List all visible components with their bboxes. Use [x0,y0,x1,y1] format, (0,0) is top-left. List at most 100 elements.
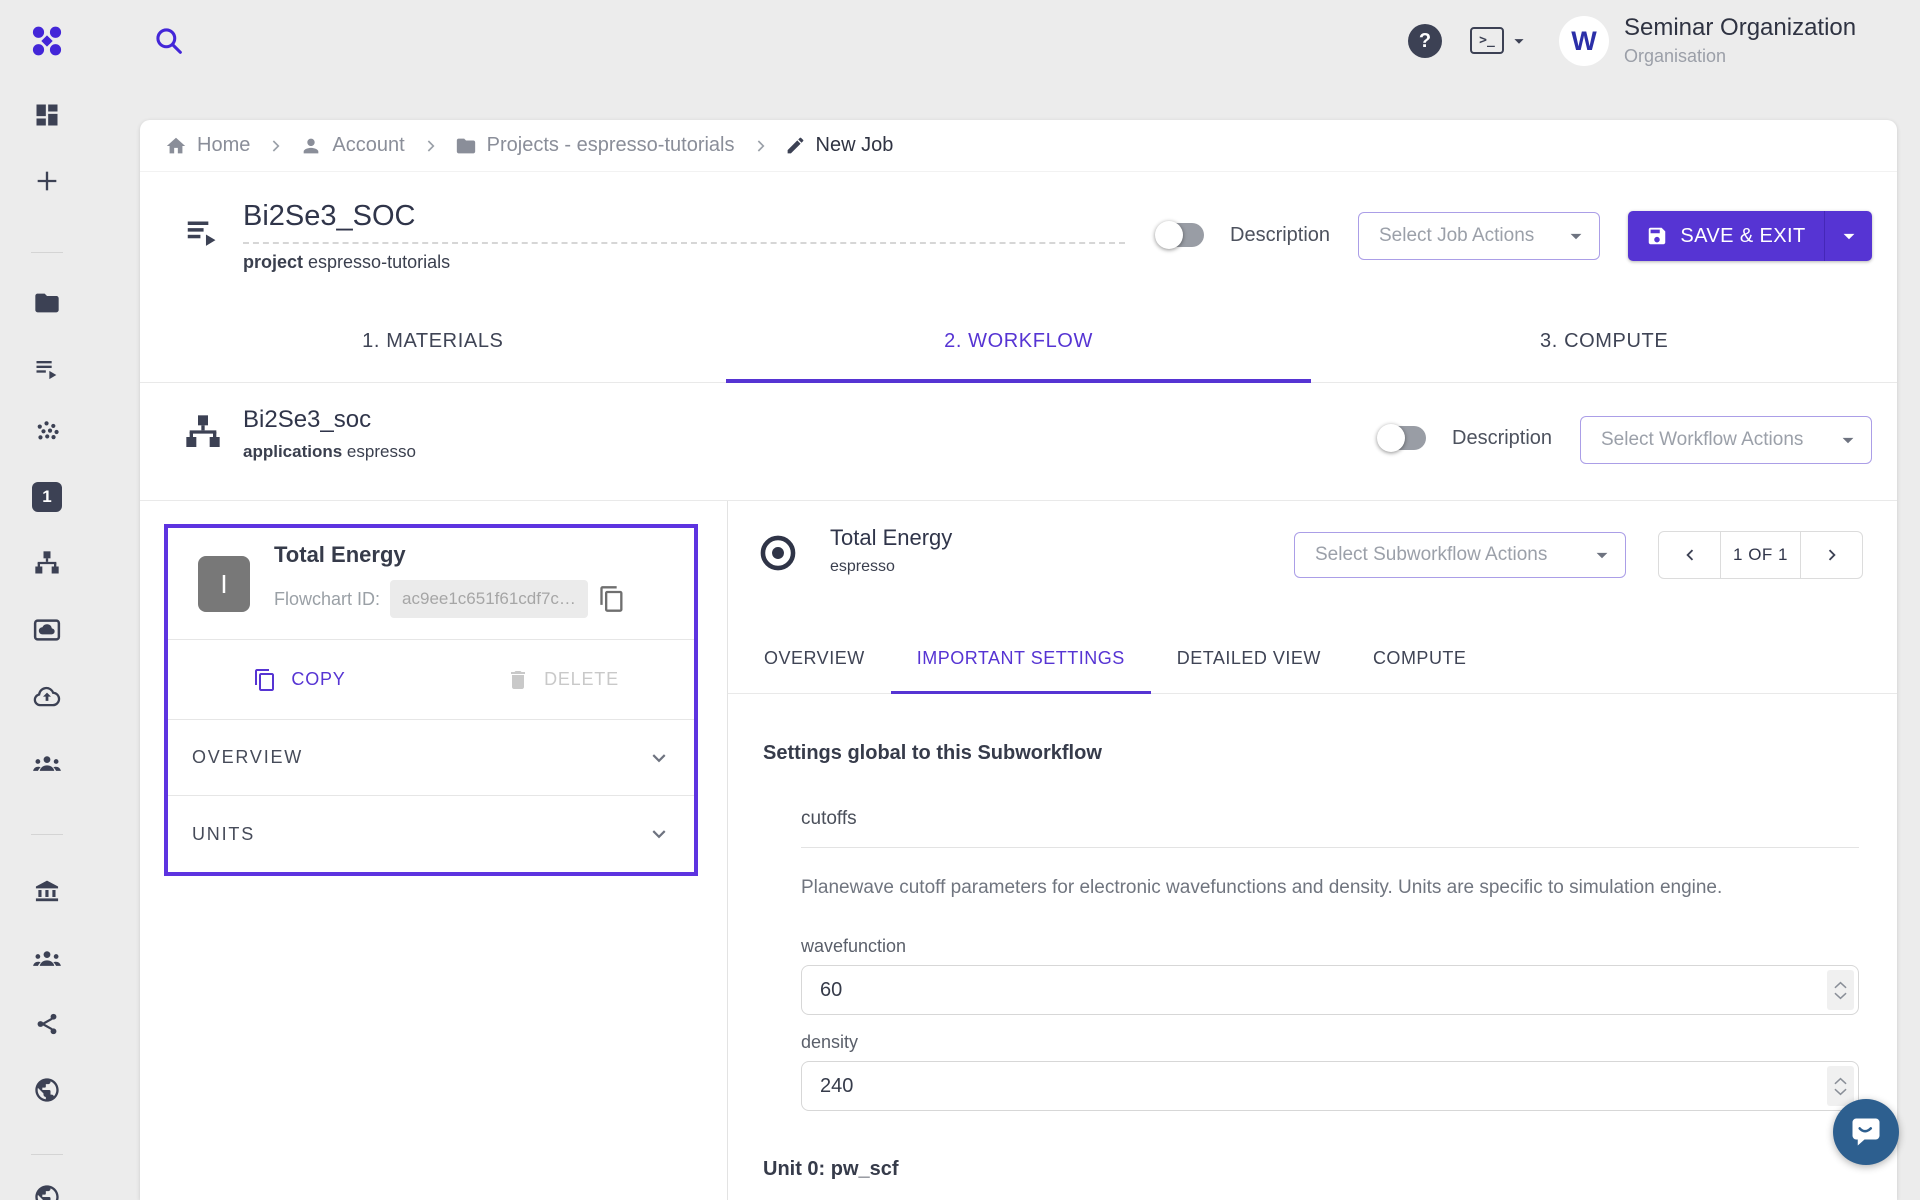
copy-label: COPY [291,669,345,690]
tab-detailed-view[interactable]: DETAILED VIEW [1151,622,1347,694]
breadcrumb-label: Home [197,134,250,157]
toggle-knob [1377,424,1405,452]
unit-card-buttons: COPY DELETE [168,640,694,720]
units-accordion[interactable]: UNITS [168,796,694,872]
copy-icon [253,668,277,692]
subworkflow-pager: 1 OF 1 [1658,531,1863,579]
unit-title: Total Energy [274,542,406,568]
project-label: project [243,252,303,272]
globe-icon[interactable] [26,1176,68,1200]
application-name: espresso [347,442,416,461]
tab-overview[interactable]: OVERVIEW [738,622,891,694]
breadcrumb-label: Projects - espresso-tutorials [487,134,735,157]
mat3ra-logo-icon[interactable] [26,20,68,62]
cutoffs-description: Planewave cutoff parameters for electron… [801,877,1722,899]
save-dropdown-button[interactable] [1824,211,1872,261]
job-actions-placeholder: Select Job Actions [1379,225,1534,247]
tab-materials[interactable]: 1. MATERIALS [140,300,726,382]
delete-label: DELETE [544,669,619,690]
settings-heading: Settings global to this Subworkflow [763,742,1102,765]
people-icon[interactable] [26,937,68,979]
dashboard-icon[interactable] [26,94,68,136]
save-and-exit-button[interactable]: SAVE & EXIT [1628,211,1872,261]
breadcrumb-account[interactable]: Account [300,134,404,157]
globe-icon[interactable] [26,1069,68,1111]
save-icon [1646,225,1668,247]
flowchart-icon[interactable] [26,542,68,584]
job-actions-select[interactable]: Select Job Actions [1358,212,1600,260]
folder-icon[interactable] [26,282,68,324]
chat-launcher-button[interactable] [1833,1099,1899,1165]
counter-square-icon[interactable]: 1 [26,476,68,518]
breadcrumb-current: New Job [785,134,894,157]
flowchart-id-value: ac9ee1c651f61cdf7c… [390,580,588,618]
save-main[interactable]: SAVE & EXIT [1628,211,1824,261]
density-field [801,1061,1859,1111]
project-name: espresso-tutorials [308,252,450,272]
pager-next-button[interactable] [1801,532,1862,578]
org-type: Organisation [1624,46,1726,67]
cutoffs-underline [801,847,1859,848]
flowchart-id-label: Flowchart ID: [274,589,380,610]
selected-unit-card[interactable]: I Total Energy Flowchart ID: ac9ee1c651f… [164,524,698,876]
breadcrumb: Home Account Projects - espresso-tutoria… [140,120,1897,172]
stepper-down-icon [1834,1088,1847,1096]
share-icon[interactable] [26,1003,68,1045]
cloud-upload-icon[interactable] [26,676,68,718]
description-toggle-label: Description [1452,427,1552,450]
main-card: Home Account Projects - espresso-tutoria… [140,120,1897,1200]
description-toggle[interactable] [1380,426,1426,450]
flowchart-id-row: Flowchart ID: ac9ee1c651f61cdf7c… [274,580,626,618]
job-step-tabs: 1. MATERIALS 2. WORKFLOW 3. COMPUTE [140,300,1897,383]
chevron-right-icon [265,136,285,156]
unit-0-heading: Unit 0: pw_scf [763,1158,899,1181]
tab-compute[interactable]: 3. COMPUTE [1311,300,1897,382]
terminal-menu-button[interactable]: >_ [1470,27,1530,54]
people-icon[interactable] [26,742,68,784]
unit-card-header: I Total Energy Flowchart ID: ac9ee1c651f… [168,528,694,640]
unit-avatar: I [198,556,250,612]
bank-icon[interactable] [26,869,68,911]
tab-important-settings[interactable]: IMPORTANT SETTINGS [891,622,1151,694]
breadcrumb-home[interactable]: Home [165,134,250,157]
copy-unit-button[interactable]: COPY [168,640,431,719]
wavefunction-input[interactable] [801,965,1859,1015]
breadcrumb-projects[interactable]: Projects - espresso-tutorials [455,134,735,157]
workflow-actions-select[interactable]: Select Workflow Actions [1580,416,1872,464]
caret-down-icon [1835,427,1861,453]
counter-glyph: 1 [32,482,62,512]
workflow-description-control: Description [1380,426,1552,450]
pencil-icon [785,135,806,156]
subworkflow-actions-select[interactable]: Select Subworkflow Actions [1294,532,1626,578]
breadcrumb-label: Account [332,134,404,157]
atoms-dots-icon[interactable] [26,411,68,453]
panel-divider [727,501,728,1200]
job-playlist-icon [183,212,221,250]
search-icon[interactable] [148,20,190,62]
org-avatar[interactable]: W [1559,16,1609,66]
person-icon [300,135,322,157]
stepper-up-icon [1834,1077,1847,1085]
image-cloud-icon[interactable] [26,609,68,651]
org-name[interactable]: Seminar Organization [1624,14,1856,42]
subworkflow-target-icon [757,532,799,574]
wavefunction-stepper[interactable] [1827,970,1854,1010]
job-title-dashed-underline [243,220,1125,244]
trash-icon [506,668,530,692]
toggle-knob [1155,221,1183,249]
plus-icon[interactable] [26,160,68,202]
tab-workflow[interactable]: 2. WORKFLOW [726,300,1312,382]
help-icon[interactable]: ? [1408,24,1442,58]
tab-compute[interactable]: COMPUTE [1347,622,1493,694]
overview-accordion[interactable]: OVERVIEW [168,720,694,796]
description-toggle[interactable] [1158,223,1204,247]
sidebar-divider [31,252,63,253]
pager-previous-button[interactable] [1659,532,1720,578]
cutoffs-label: cutoffs [801,808,857,830]
delete-unit-button[interactable]: DELETE [431,640,694,719]
density-stepper[interactable] [1827,1066,1854,1106]
workflow-actions-placeholder: Select Workflow Actions [1601,429,1803,451]
copy-id-button[interactable] [598,585,626,613]
density-input[interactable] [801,1061,1859,1111]
playlist-play-icon[interactable] [26,347,68,389]
